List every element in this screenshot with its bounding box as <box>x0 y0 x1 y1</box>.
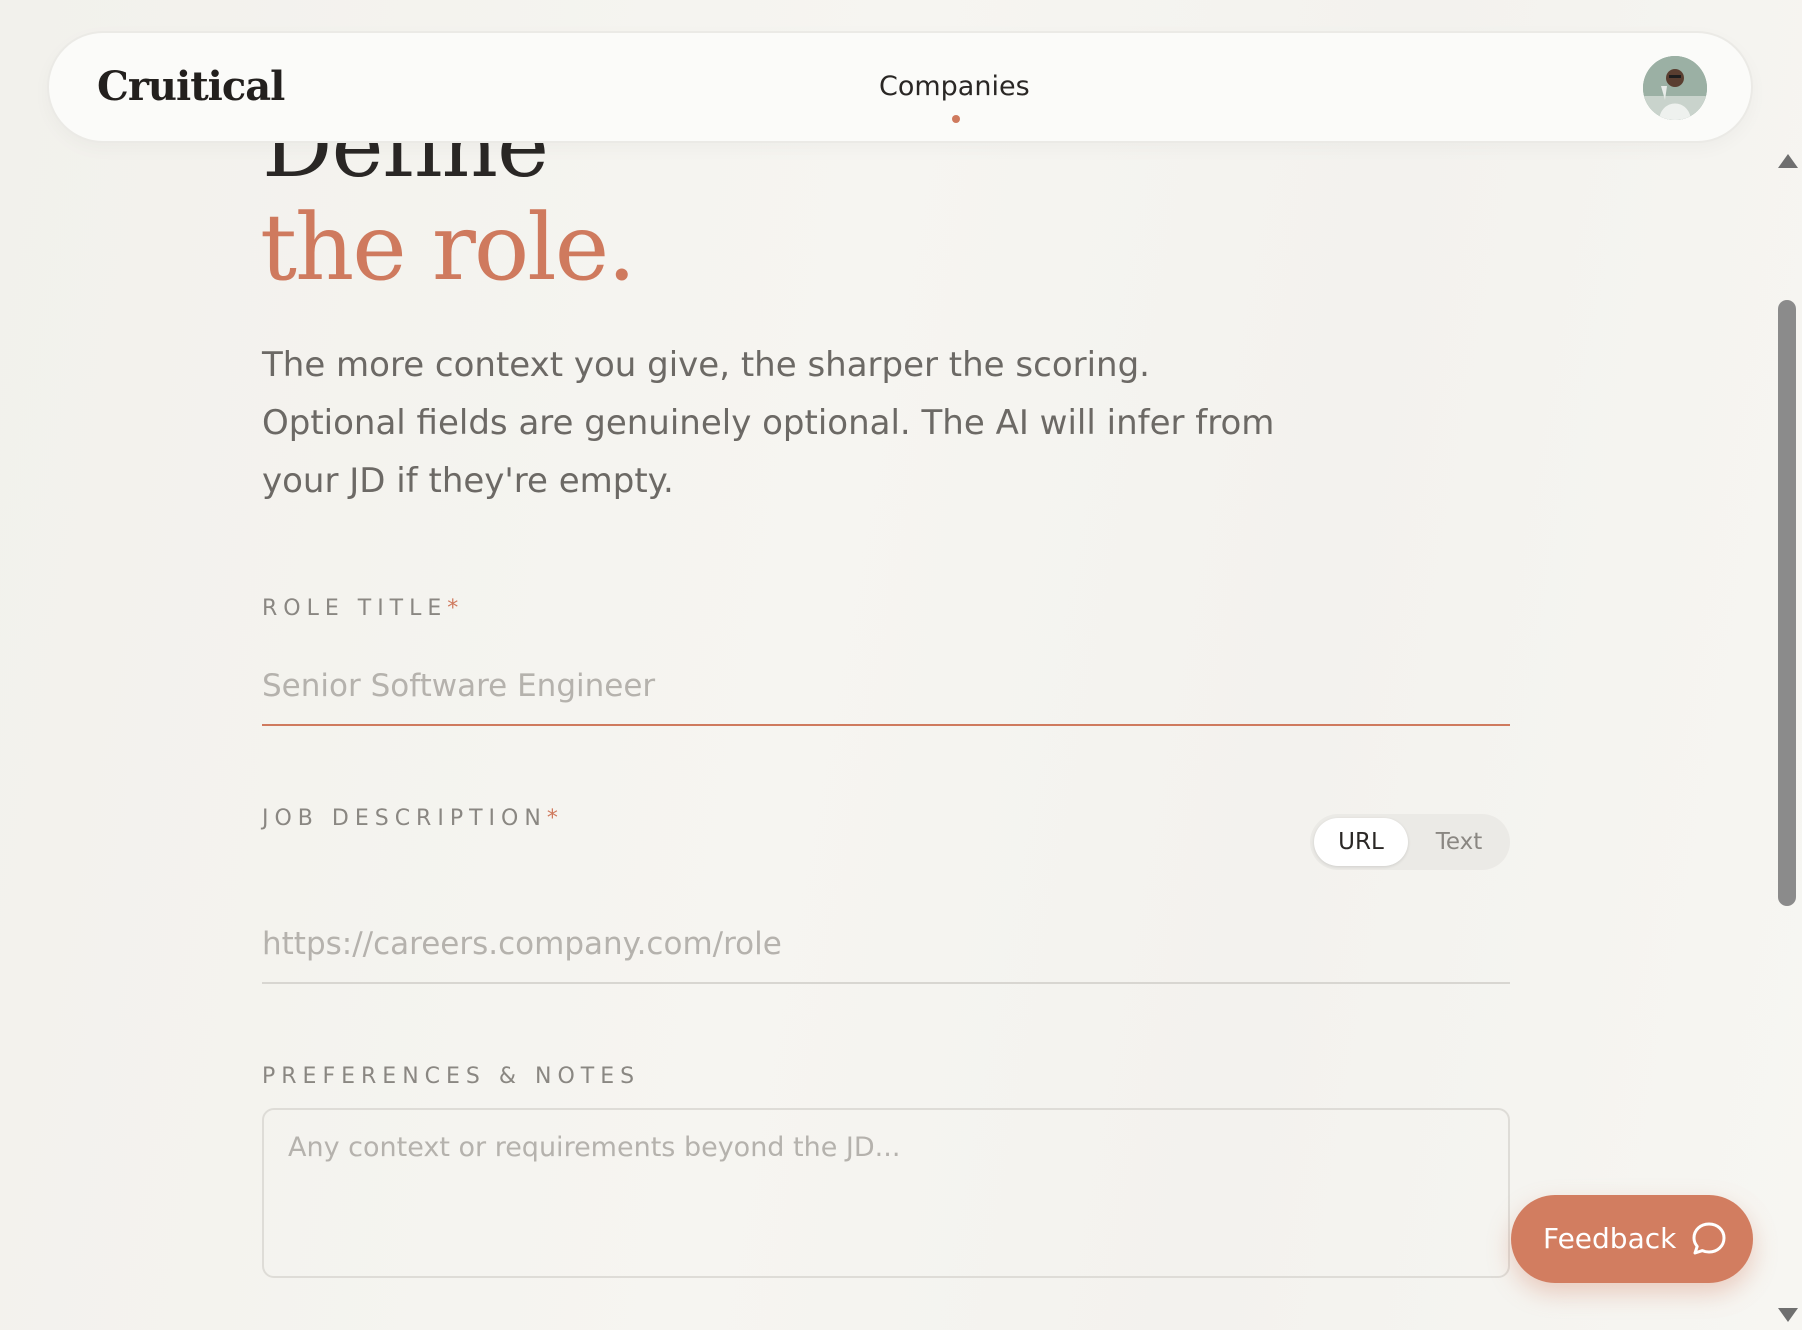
role-title-label: ROLE TITLE* <box>262 596 458 621</box>
toggle-url-option[interactable]: URL <box>1314 818 1408 866</box>
preferences-label: PREFERENCES & NOTES <box>262 1064 641 1089</box>
page-subtitle: The more context you give, the sharper t… <box>262 345 1275 501</box>
avatar-photo <box>1643 56 1707 120</box>
role-title-label-text: ROLE TITLE <box>262 596 448 621</box>
page: Define the role. The more context you gi… <box>0 0 1802 1330</box>
page-heading-line2: the role. <box>260 194 636 301</box>
preferences-textarea[interactable] <box>262 1108 1510 1278</box>
scrollbar-thumb[interactable] <box>1778 300 1796 906</box>
page-scrollbar[interactable] <box>1770 146 1802 1330</box>
user-avatar[interactable] <box>1643 56 1707 120</box>
brand-logo[interactable]: Cruitical <box>97 61 285 113</box>
job-description-label: JOB DESCRIPTION* <box>262 806 558 831</box>
feedback-button[interactable]: Feedback <box>1511 1195 1753 1283</box>
required-marker: * <box>447 596 459 621</box>
job-description-label-text: JOB DESCRIPTION <box>262 806 547 831</box>
scroll-down-arrow-icon[interactable] <box>1778 1308 1798 1322</box>
scroll-up-arrow-icon[interactable] <box>1778 154 1798 168</box>
jd-input-mode-toggle: URL Text <box>1310 814 1510 870</box>
active-nav-indicator <box>952 115 960 123</box>
top-nav-bar: Cruitical Companies <box>47 31 1753 143</box>
nav-item-companies[interactable]: Companies <box>879 67 1030 107</box>
required-marker: * <box>546 806 558 831</box>
feedback-button-label: Feedback <box>1543 1222 1677 1255</box>
chat-bubble-icon <box>1692 1222 1726 1255</box>
job-description-url-input[interactable] <box>262 922 1510 984</box>
role-title-input[interactable] <box>262 664 1510 726</box>
toggle-text-option[interactable]: Text <box>1414 818 1504 866</box>
